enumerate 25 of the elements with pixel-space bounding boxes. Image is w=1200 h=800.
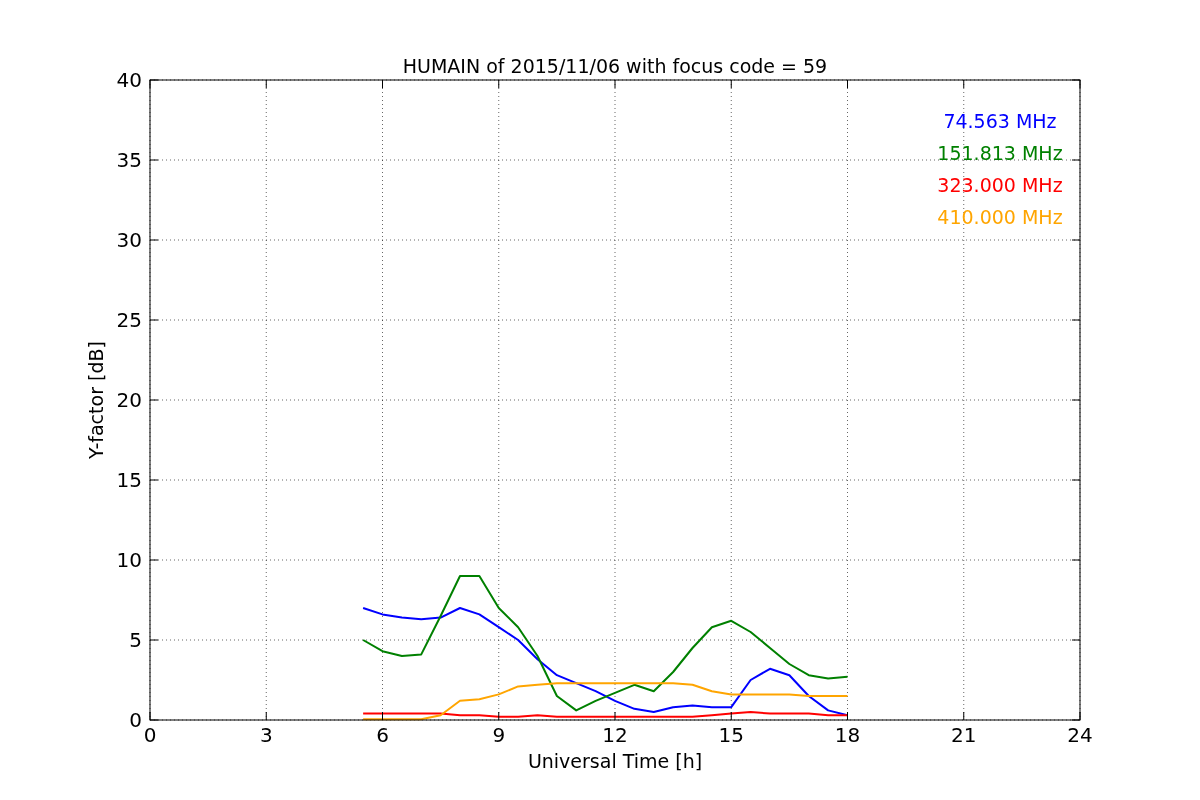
axis-label: Y-factor [dB] — [85, 341, 107, 459]
tick-label: 21 — [951, 723, 977, 747]
tick-label: 20 — [116, 388, 142, 412]
legend-label: 74.563 MHz — [943, 110, 1057, 132]
tick-label: 15 — [116, 468, 142, 492]
tick-label: 12 — [602, 723, 628, 747]
tick-label: 6 — [376, 723, 389, 747]
legend-label: 323.000 MHz — [937, 174, 1063, 196]
tick-label: 15 — [718, 723, 744, 747]
chart-title: HUMAIN of 2015/11/06 with focus code = 59 — [402, 55, 828, 77]
tick-label: 24 — [1067, 723, 1093, 747]
tick-label: 40 — [116, 68, 142, 92]
tick-label: 10 — [116, 548, 142, 572]
legend-label: 151.813 MHz — [937, 142, 1063, 164]
axis-label: Universal Time [h] — [527, 750, 703, 772]
tick-label: 25 — [116, 308, 142, 332]
tick-label: 0 — [143, 723, 157, 747]
tick-label: 0 — [129, 708, 142, 732]
tick-label: 9 — [492, 723, 506, 747]
tick-label: 35 — [116, 148, 142, 172]
tick-label: 30 — [116, 228, 142, 252]
tick-label: 3 — [259, 723, 273, 747]
legend-label: 410.000 MHz — [937, 206, 1063, 228]
tick-label: 18 — [834, 723, 861, 747]
tick-label: 5 — [129, 628, 142, 652]
